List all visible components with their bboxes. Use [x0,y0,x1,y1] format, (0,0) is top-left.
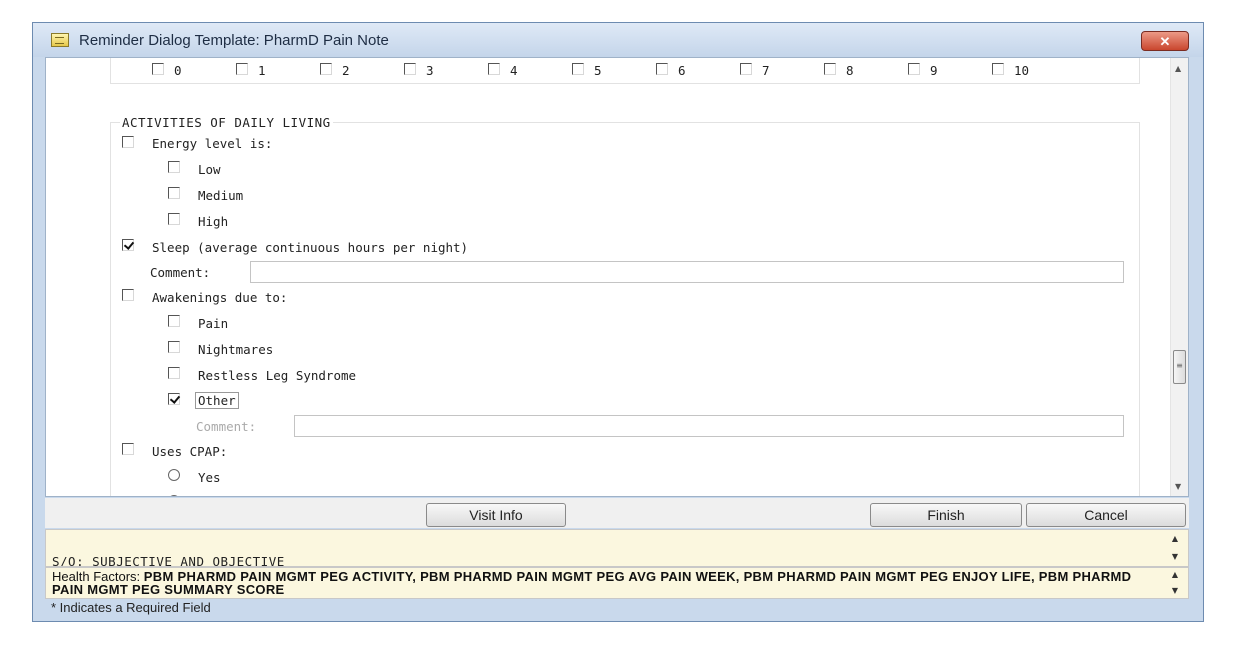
note-preview-panel[interactable]: S/O: SUBJECTIVE AND OBJECTIVE ▲ ▼ [45,529,1189,567]
scale-checkbox-1[interactable] [236,63,248,75]
energy-low-label: Low [198,162,221,177]
awakening-rls-label: Restless Leg Syndrome [198,368,357,383]
hf-scroll-down-icon[interactable]: ▼ [1168,586,1182,596]
scale-checkbox-0[interactable] [152,63,164,75]
scale-checkbox-8[interactable] [824,63,836,75]
hf-scroll-up-icon[interactable]: ▲ [1168,570,1182,580]
scale-checkbox-6[interactable] [656,63,668,75]
awakening-pain-label: Pain [198,316,229,331]
scale-label-9: 9 [930,63,938,78]
energy-label: Energy level is: [152,136,273,151]
note-preview-text: S/O: SUBJECTIVE AND OBJECTIVE [52,554,285,567]
other-comment-label: Comment: [196,419,257,434]
button-bar: Visit Info Finish Cancel [45,498,1189,528]
awakening-other-label[interactable]: Other [195,392,239,409]
dialog-content: 0 1 2 3 4 5 6 7 8 9 10 ACTIVITIES OF DAI… [45,57,1189,497]
scale-label-3: 3 [426,63,434,78]
section-title-adl: ACTIVITIES OF DAILY LIVING [120,115,333,130]
required-field-note: * Indicates a Required Field [51,600,211,615]
note-scroll-up-icon[interactable]: ▲ [1168,534,1182,544]
scale-label-7: 7 [762,63,770,78]
sleep-comment-label: Comment: [150,265,211,280]
sleep-label: Sleep (average continuous hours per nigh… [152,240,469,255]
app-icon [51,33,69,47]
scale-checkbox-5[interactable] [572,63,584,75]
sleep-checkbox[interactable] [122,239,134,251]
scroll-thumb[interactable]: ≡ [1173,350,1186,384]
awakenings-label: Awakenings due to: [152,290,288,305]
cpap-no-label: No [198,496,213,497]
awakenings-checkbox[interactable] [122,289,134,301]
scale-label-5: 5 [594,63,602,78]
scale-label-6: 6 [678,63,686,78]
cpap-yes-label: Yes [198,470,221,485]
awakening-rls-checkbox[interactable] [168,367,180,379]
cancel-button[interactable]: Cancel [1026,503,1186,527]
scroll-up-icon[interactable]: ▲ [1175,64,1181,73]
scale-label-1: 1 [258,63,266,78]
cpap-label: Uses CPAP: [152,444,228,459]
health-factors-text: Health Factors: PBM PHARMD PAIN MGMT PEG… [52,570,1152,596]
health-factors-value: PBM PHARMD PAIN MGMT PEG ACTIVITY, PBM P… [52,569,1132,597]
cpap-checkbox[interactable] [122,443,134,455]
adl-group [110,122,1140,496]
scale-label-2: 2 [342,63,350,78]
awakening-nightmares-label: Nightmares [198,342,274,357]
title-bar[interactable]: Reminder Dialog Template: PharmD Pain No… [33,23,1203,57]
scale-checkbox-10[interactable] [992,63,1004,75]
close-button[interactable]: ✕ [1141,31,1189,51]
energy-checkbox[interactable] [122,136,134,148]
scale-label-8: 8 [846,63,854,78]
sleep-comment-field[interactable] [250,261,1124,283]
scale-checkbox-9[interactable] [908,63,920,75]
energy-high-label: High [198,214,229,229]
scale-label-10: 10 [1014,63,1030,78]
scale-label-4: 4 [510,63,518,78]
awakening-pain-checkbox[interactable] [168,315,180,327]
energy-medium-label: Medium [198,188,244,203]
other-comment-field[interactable] [294,415,1124,437]
energy-medium-checkbox[interactable] [168,187,180,199]
energy-high-checkbox[interactable] [168,213,180,225]
finish-button[interactable]: Finish [870,503,1022,527]
energy-low-checkbox[interactable] [168,161,180,173]
window-title: Reminder Dialog Template: PharmD Pain No… [79,32,389,49]
awakening-nightmares-checkbox[interactable] [168,341,180,353]
note-scroll-down-icon[interactable]: ▼ [1168,552,1182,562]
scale-label-0: 0 [174,63,182,78]
health-factors-panel[interactable]: Health Factors: PBM PHARMD PAIN MGMT PEG… [45,567,1189,599]
cpap-yes-radio[interactable] [168,469,180,481]
scale-checkbox-4[interactable] [488,63,500,75]
visit-info-button[interactable]: Visit Info [426,503,566,527]
scale-checkbox-2[interactable] [320,63,332,75]
reminder-dialog-window: Reminder Dialog Template: PharmD Pain No… [32,22,1204,622]
content-scrollbar[interactable]: ▲ ≡ ▼ [1170,58,1188,496]
scroll-down-icon[interactable]: ▼ [1175,482,1181,491]
scale-checkbox-7[interactable] [740,63,752,75]
awakening-other-checkbox[interactable] [168,393,180,405]
scale-checkbox-3[interactable] [404,63,416,75]
